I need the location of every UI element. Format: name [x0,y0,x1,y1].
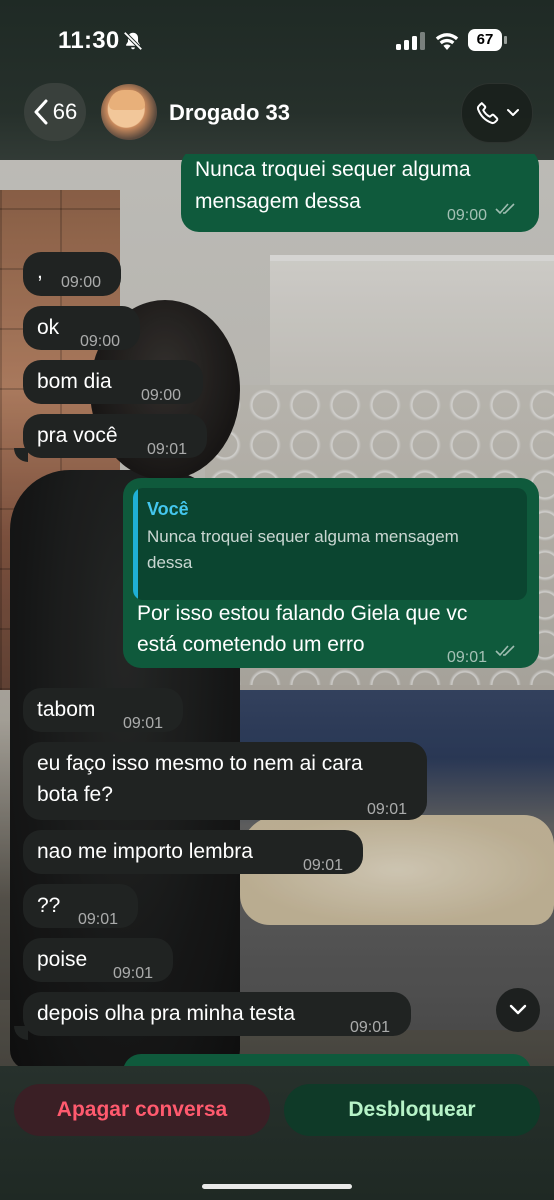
message-incoming[interactable]: , 09:00 [23,252,121,296]
message-text: depois olha pra minha testa [37,1002,295,1025]
blocked-contact-actions: Apagar conversa Desbloquear [0,1066,554,1200]
message-incoming[interactable]: bom dia 09:00 [23,360,203,404]
message-time: 09:01 [303,857,344,874]
double-check-icon [495,645,515,657]
message-outgoing[interactable]: Nunca troquei sequer alguma mensagem des… [181,154,539,232]
message-outgoing-reply[interactable]: Você Nunca troquei sequer alguma mensage… [123,478,539,668]
chat-header: 66 Drogado 33 [0,80,554,154]
contact-name[interactable]: Drogado 33 [169,100,290,126]
message-text: eu faço isso mesmo to nem ai cara [37,752,363,775]
message-time: 09:01 [123,715,164,732]
message-list[interactable]: Nunca troquei sequer alguma mensagem des… [0,154,554,1066]
message-incoming[interactable]: depois olha pra minha testa 09:01 [23,992,411,1036]
message-text: nao me importo lembra [37,840,253,863]
message-text: tabom [37,698,96,721]
message-time: 09:01 [367,801,408,818]
message-time: 09:00 [446,207,487,224]
chevron-down-icon [509,1004,527,1015]
quote-text: Nunca troquei sequer alguma mensagem des… [147,524,507,576]
message-text: mensagem dessa [195,190,361,213]
message-incoming[interactable]: eu faço isso mesmo to nem ai cara bota f… [23,742,427,820]
message-time: 09:01 [446,649,487,666]
message-text: Por isso estou falando Giela que vc [137,602,468,625]
quoted-message[interactable]: Você Nunca troquei sequer alguma mensage… [133,488,527,600]
message-text: bom dia [37,370,112,393]
quote-text-line: Nunca troquei sequer alguma mensagem [147,527,459,546]
battery-level: 67 [476,31,494,48]
message-text: pra você [37,424,118,447]
scroll-to-bottom-button[interactable] [496,988,540,1032]
message-text: ok [37,316,60,339]
message-text: está cometendo um erro [137,633,365,656]
chevron-down-icon [507,109,519,116]
message-outgoing-partial[interactable] [123,1054,531,1066]
message-time: 09:01 [78,911,119,928]
message-incoming[interactable]: ok 09:00 [23,306,140,350]
bell-slash-icon [123,31,143,51]
message-incoming[interactable]: tabom 09:01 [23,688,183,732]
message-time: 09:01 [147,441,188,458]
delete-conversation-button[interactable]: Apagar conversa [14,1084,270,1136]
message-text: ?? [37,894,61,917]
message-time: 09:00 [141,387,182,404]
signal-icon [396,32,425,50]
battery-icon: 67 [468,29,508,51]
message-incoming[interactable]: ?? 09:01 [23,884,138,928]
back-button[interactable]: 66 [24,83,86,141]
message-text: poise [37,948,88,971]
home-indicator[interactable] [202,1184,352,1189]
message-incoming[interactable]: pra você 09:01 [23,414,207,458]
message-incoming[interactable]: nao me importo lembra 09:01 [23,830,363,874]
message-text: Nunca troquei sequer alguma [195,158,471,181]
message-text: , [37,260,43,283]
message-time: 09:00 [80,333,121,350]
message-time: 09:01 [350,1019,391,1036]
chevron-left-icon [34,99,48,125]
quote-text-line: dessa [147,553,193,572]
quote-author: Você [147,499,189,519]
clock: 11:30 [58,27,120,54]
unread-count: 66 [52,99,78,124]
unblock-button[interactable]: Desbloquear [284,1084,540,1136]
call-button[interactable] [461,83,533,143]
status-bar: 11:30 67 [0,0,554,80]
message-time: 09:01 [113,965,154,982]
contact-avatar[interactable] [101,84,157,140]
phone-icon [477,102,499,124]
message-time: 09:00 [61,274,102,291]
wifi-icon [435,33,459,50]
message-incoming[interactable]: poise 09:01 [23,938,173,982]
double-check-icon [495,203,515,215]
message-text: bota fe? [37,783,113,806]
